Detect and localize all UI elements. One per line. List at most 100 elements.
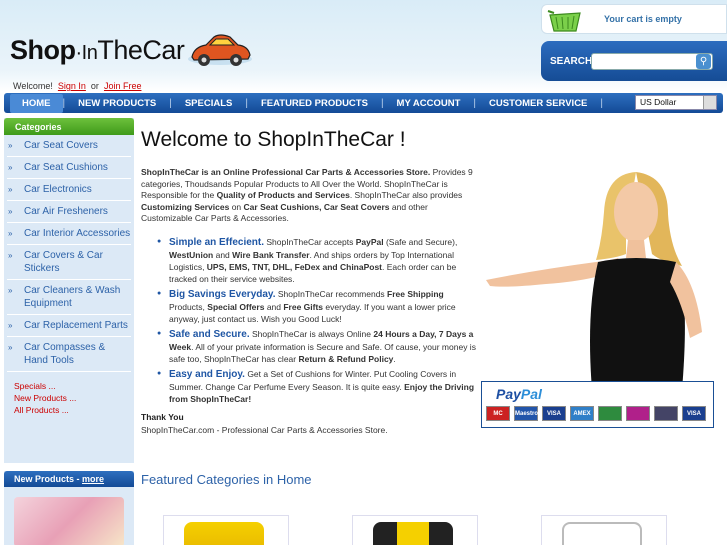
category-item[interactable]: » Car Air Fresheners — [7, 201, 131, 223]
category-label: Car Replacement Parts — [24, 320, 128, 331]
thanks-heading: Thank You — [141, 412, 184, 422]
more-link[interactable]: more — [82, 474, 104, 484]
category-item[interactable]: » Car Covers & Car Stickers — [7, 245, 131, 280]
category-item[interactable]: » Car Interior Accessories — [7, 223, 131, 245]
electronics-image — [562, 522, 642, 545]
category-item[interactable]: » Car Replacement Parts — [7, 315, 131, 337]
join-free-link[interactable]: Join Free — [104, 81, 142, 91]
chevron-right-icon: » — [8, 321, 13, 330]
sidebar: Categories » Car Seat Covers » Car Seat Cus… — [4, 118, 134, 463]
category-label: Car Covers & Car Stickers — [24, 250, 103, 274]
category-item[interactable]: » Car Seat Covers — [7, 135, 131, 157]
category-item[interactable]: » Car Seat Cushions — [7, 157, 131, 179]
payment-card-icon: VISA — [682, 406, 706, 421]
logo-text: Shop·InTheCar — [10, 34, 185, 65]
site-logo[interactable]: Shop·InTheCar — [10, 30, 254, 70]
payment-card-icon: AMEX — [570, 406, 594, 421]
new-products-header: New Products - more — [4, 471, 134, 487]
payment-card-icon — [654, 406, 678, 421]
payment-card-icon: VISA — [542, 406, 566, 421]
category-label: Car Cleaners & Wash Equipment — [24, 285, 121, 309]
chevron-right-icon: » — [8, 286, 13, 295]
car-logo-icon — [188, 34, 253, 66]
sign-in-link[interactable]: Sign In — [58, 81, 86, 91]
category-label: Car Electronics — [24, 184, 92, 195]
search-box: SEARCH ⚲ — [541, 41, 727, 81]
text: and — [213, 250, 233, 260]
feature-bullet: Big Savings Everyday. ShopInTheCar recom… — [157, 288, 481, 325]
feature-bullets: Simple an Effecient. ShopInTheCar accept… — [157, 236, 481, 408]
payment-cards: MC Maestro VISA AMEX VISA — [486, 406, 706, 421]
bold-text: Customizing Services — [141, 201, 230, 212]
bold-text: Special Offers — [207, 302, 265, 312]
seat-cover-image — [184, 522, 264, 545]
shopping-basket-icon — [547, 10, 581, 32]
category-item[interactable]: » Car Compasses & Hand Tools — [7, 337, 131, 372]
featured-item-electronics[interactable] — [541, 515, 667, 545]
new-products-title: New Products - — [14, 474, 83, 484]
payment-card-icon — [626, 406, 650, 421]
category-label: Car Compasses & Hand Tools — [24, 342, 106, 366]
text: on — [229, 201, 244, 212]
page-title: Welcome to ShopInTheCar ! — [141, 128, 406, 151]
paypal-logo: PayPal — [496, 386, 542, 402]
magnifier-icon: ⚲ — [699, 56, 708, 67]
welcome-text: Welcome! — [13, 81, 53, 91]
paypal-badge[interactable]: PayPal MC Maestro VISA AMEX VISA — [481, 381, 714, 428]
feature-bullet: Easy and Enjoy. Get a Set of Cushions fo… — [157, 368, 481, 405]
text: ShopInTheCar accepts — [264, 237, 356, 247]
bullet-heading: Easy and Enjoy. — [169, 369, 245, 380]
payment-card-icon: MC — [486, 406, 510, 421]
chevron-right-icon: » — [8, 343, 13, 352]
bold-text: Return & Refund Policy — [298, 354, 394, 364]
featured-item-seat-covers[interactable] — [163, 515, 289, 545]
bold-text: WestUnion — [169, 250, 214, 260]
main-nav: HOME | NEW PRODUCTS | SPECIALS | FEATURE… — [4, 93, 723, 113]
category-list: » Car Seat Covers » Car Seat Cushions » Car E… — [4, 135, 134, 372]
bold-text: Free Gifts — [283, 302, 324, 312]
seat-cushion-image — [373, 522, 453, 545]
text: ShopInTheCar is always Online — [249, 329, 374, 339]
sidebar-link[interactable]: All Products ... — [14, 404, 134, 416]
currency-select[interactable]: US Dollar — [635, 95, 717, 110]
chevron-right-icon: » — [8, 229, 13, 238]
featured-categories-title: Featured Categories in Home — [141, 472, 312, 487]
bold-text: Free Shipping — [387, 289, 444, 299]
sidebar-link[interactable]: New Products ... — [14, 392, 134, 404]
cart-box[interactable]: Your cart is empty — [541, 4, 727, 34]
signature-text: ShopInTheCar.com - Professional Car Part… — [141, 425, 388, 435]
bullet-heading: Safe and Secure. — [169, 329, 250, 340]
search-label: SEARCH — [550, 56, 593, 67]
bullet-heading: Big Savings Everyday. — [169, 289, 276, 300]
bold-text: Car Seat Cushions, Car Seat Covers — [243, 201, 390, 212]
search-input[interactable] — [591, 53, 713, 70]
bullet-heading: Simple an Effecient. — [169, 237, 265, 248]
nav-customer-service[interactable]: CUSTOMER SERVICE — [476, 98, 600, 109]
category-item[interactable]: » Car Electronics — [7, 179, 131, 201]
feature-bullet: Simple an Effecient. ShopInTheCar accept… — [157, 236, 481, 285]
nav-separator: | — [600, 97, 604, 109]
welcome-bar: Welcome! Sign In or Join Free — [13, 81, 141, 91]
chevron-right-icon: » — [8, 185, 13, 194]
search-button[interactable]: ⚲ — [696, 54, 711, 69]
nav-featured-products[interactable]: FEATURED PRODUCTS — [248, 98, 381, 109]
nav-home[interactable]: HOME — [10, 93, 63, 113]
text: Products, — [169, 302, 208, 312]
nav-specials[interactable]: SPECIALS — [172, 98, 246, 109]
chevron-right-icon: » — [8, 251, 13, 260]
or-text: or — [90, 81, 99, 91]
new-product-image[interactable] — [14, 497, 124, 545]
sidebar-link[interactable]: Specials ... — [14, 380, 134, 392]
intro-paragraph: ShopInTheCar is an Online Professional C… — [141, 167, 481, 225]
text: . ShopInTheCar also provides — [349, 190, 463, 200]
nav-new-products[interactable]: NEW PRODUCTS — [65, 98, 169, 109]
category-item[interactable]: » Car Cleaners & Wash Equipment — [7, 280, 131, 315]
bold-text: UPS, EMS, TNT, DHL, FeDex and ChinaPost — [206, 262, 383, 272]
bold-text: PayPal — [355, 237, 384, 247]
nav-my-account[interactable]: MY ACCOUNT — [384, 98, 474, 109]
bold-text: Wire Bank Transfer — [232, 250, 310, 260]
category-label: Car Interior Accessories — [24, 228, 131, 239]
featured-item-seat-cushions[interactable] — [352, 515, 478, 545]
sidebar-links: Specials ... New Products ... All Products… — [4, 372, 134, 416]
new-products-box: New Products - more — [4, 471, 134, 545]
